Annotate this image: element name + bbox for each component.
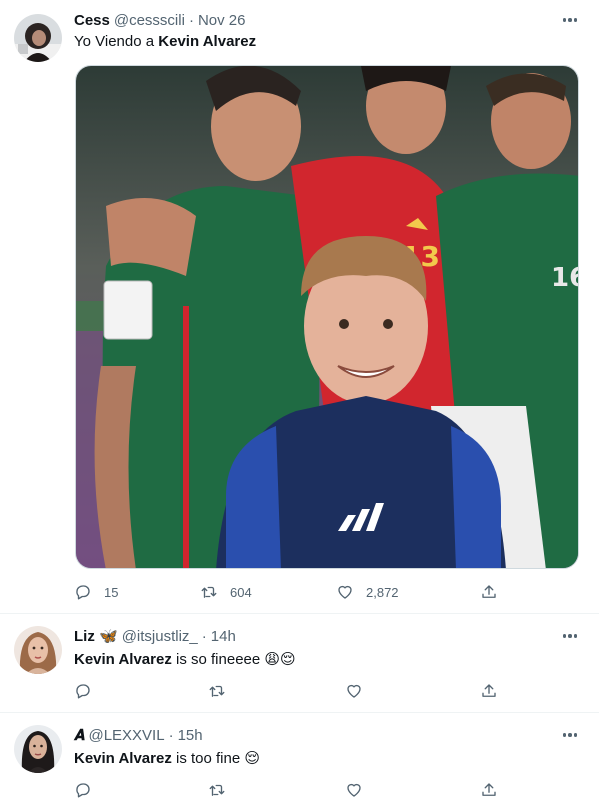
svg-text:16: 16 [551,263,579,293]
heart-icon [347,684,361,698]
author-name[interactable]: Cess [74,12,110,29]
photo-illustration: 13 16 [76,66,579,568]
author-handle[interactable]: @LEXXVIL [88,727,164,744]
tweet-actions [74,780,504,800]
retweet-count: 604 [230,584,252,600]
avatar[interactable] [14,626,62,674]
tweet-header: 𝑨 @LEXXVIL · 15h [74,725,203,745]
like-button[interactable] [345,780,363,800]
author-name[interactable]: Liz 🦋 [74,627,118,645]
tweet-header: Cess @cessscili · Nov 26 [74,10,245,30]
retweet-button[interactable] [208,681,226,701]
author-handle[interactable]: @cessscili [114,12,185,29]
retweet-icon [209,784,225,796]
tweet-media-image[interactable]: 13 16 [75,65,579,569]
avatar[interactable] [14,725,62,773]
separator: · [168,726,174,744]
tweet-text: Yo Viendo a Kevin Alvarez [74,33,256,50]
retweet-button[interactable] [208,780,226,800]
like-button[interactable] [345,681,363,701]
share-button[interactable] [480,681,498,701]
share-icon [482,684,496,697]
heart-icon [347,783,361,797]
share-button[interactable] [480,582,498,602]
more-options-icon[interactable] [559,10,581,30]
share-icon [482,783,496,796]
retweet-icon [209,685,225,697]
share-button[interactable] [480,780,498,800]
reply-icon [76,783,90,798]
more-options-icon[interactable] [559,626,581,646]
reply-button[interactable] [74,780,92,800]
tweet-actions [74,681,504,701]
like-button[interactable]: 2,872 [336,582,399,602]
reply-button[interactable] [74,681,92,701]
like-count: 2,872 [366,584,399,600]
tweet-text-bold: Kevin Alvarez [74,750,172,767]
reply-icon [76,585,90,600]
separator: · [188,11,194,29]
retweet-icon [201,586,217,598]
tweet-text-bold: Kevin Alvarez [158,33,257,50]
author-name[interactable]: 𝑨 [74,727,84,744]
retweet-button[interactable]: 604 [200,582,252,602]
tweet-time[interactable]: 15h [178,727,203,744]
tweet-text: Kevin Alvarez is so fineeee 😩😌 [74,650,296,668]
tweet-text-suffix: is so fineeee 😩😌 [171,651,296,668]
tweet-header: Liz 🦋 @itsjustliz_ · 14h [74,626,236,646]
reply-button[interactable]: 15 [74,582,118,602]
tweet-text-suffix: is too fine 😌 [171,750,261,767]
reply-icon [76,684,90,699]
reply-count: 15 [104,584,119,600]
separator: · [201,627,207,645]
tweet-text-prefix: Yo Viendo a [74,33,159,50]
tweet-time[interactable]: 14h [211,628,236,645]
tweet-text: Kevin Alvarez is too fine 😌 [74,749,260,767]
heart-icon [338,585,352,599]
tweet-text-bold: Kevin Alvarez [74,651,172,668]
more-options-icon[interactable] [559,725,581,745]
tweet-time[interactable]: Nov 26 [198,12,246,29]
share-icon [482,585,496,598]
tweet-actions: 15 604 2,872 [74,582,504,602]
author-handle[interactable]: @itsjustliz_ [122,628,198,645]
avatar[interactable] [14,14,62,62]
